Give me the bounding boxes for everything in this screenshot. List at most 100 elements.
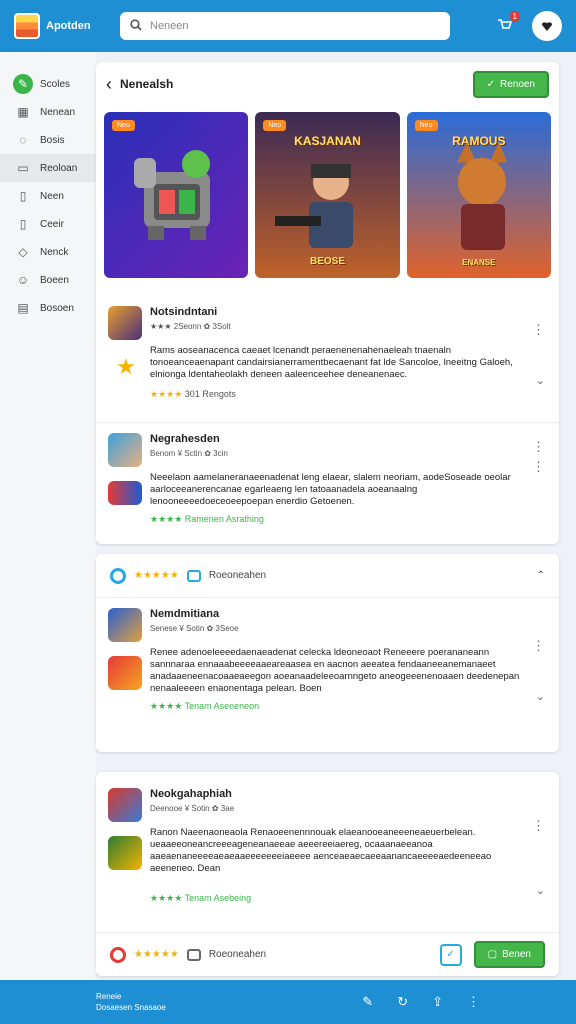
folder-icon: ▤	[17, 301, 29, 315]
file-icon: ▯	[19, 217, 27, 231]
sidebar-item-bosis[interactable]: ◌ Bosis	[0, 126, 96, 154]
app-meta: Senese ¥ Sotin ✿ 3Seoe	[150, 624, 239, 633]
bottom-action-button[interactable]: ▢ Benen	[473, 941, 545, 968]
banner-tag: Neo	[112, 120, 135, 131]
star-icon: ★	[116, 354, 136, 379]
sidebar-item-label: Boeen	[40, 274, 69, 286]
app-meta: Deenooe ¥ Sotin ✿ 3ae	[150, 804, 235, 813]
sidebar-item-label: Bosis	[40, 134, 65, 146]
footer-line-2: Dosaesen Snasaoe	[96, 1003, 166, 1012]
app-logo[interactable]	[14, 13, 40, 39]
more-icon[interactable]: ⋮	[467, 994, 480, 1010]
more-icon[interactable]: ⋮	[532, 638, 545, 654]
chat-icon: ◌	[19, 133, 27, 147]
notification-button[interactable]: 1	[496, 11, 520, 35]
footer-line-1: Reneie	[96, 992, 122, 1001]
app-icon	[108, 306, 142, 340]
app-footer: Ramenen Asrathing	[184, 514, 264, 524]
notification-badge: 1	[509, 11, 520, 22]
banner-3[interactable]: Neo RAMOUS ENANSE	[406, 112, 551, 278]
app-icon	[108, 608, 142, 642]
sidebar-item-label: Bosoen	[40, 302, 74, 314]
more-icon[interactable]: ⋮	[532, 459, 545, 475]
shield-icon: ◇	[18, 245, 28, 259]
sidebar-item-ceeir[interactable]: ▯ Ceeir	[0, 210, 96, 238]
sidebar-item-bosoen[interactable]: ▤ Bosoen	[0, 294, 96, 322]
list-item[interactable]: Nemdmitiana Senese ¥ Sotin ✿ 3Seoe Renee…	[96, 598, 559, 748]
list-item[interactable]: Neokgahaphiah Deenooe ¥ Sotin ✿ 3ae Rano…	[96, 772, 559, 932]
back-icon[interactable]: ‹	[106, 74, 112, 95]
document-icon: ▯	[19, 189, 27, 203]
cart-icon	[498, 19, 513, 29]
more-icon[interactable]: ⋮	[532, 439, 545, 455]
sidebar-item-reoloan[interactable]: ▭ Reoloan	[0, 154, 96, 182]
chevron-up-icon[interactable]: ⌃	[537, 570, 545, 581]
review-label: Roeoneahen	[208, 570, 267, 581]
banner-2[interactable]: Neo KASJANAN BEOSE	[255, 112, 400, 278]
check-icon[interactable]: ✓	[439, 943, 462, 966]
top-bar: Apotden Neneen 1	[0, 0, 576, 52]
info-icon	[110, 567, 126, 584]
app-footer: Tenam Asebeing	[184, 893, 252, 903]
more-icon[interactable]: ⋮	[532, 818, 545, 834]
app-name: Notsindntani	[150, 306, 218, 318]
search-placeholder: Neneen	[150, 20, 189, 32]
sidebar-item-label: Nenean	[40, 106, 76, 118]
chevron-down-icon[interactable]: ⌄	[536, 690, 545, 703]
check-icon: ✓	[486, 78, 495, 90]
review-card: ★★★★★ Roeoneahen ⌃ Nemdmitiana Senese ¥ …	[96, 554, 559, 752]
app-description: Rams aoseanacenca caeaet lcenandt peraen…	[150, 345, 513, 380]
refresh-icon[interactable]: ↻	[397, 994, 408, 1010]
edit-icon[interactable]: ✎	[362, 994, 373, 1010]
banner-subtitle: ENANSE	[462, 258, 496, 267]
app-icon	[108, 836, 142, 870]
chevron-down-icon[interactable]: ⌄	[536, 884, 545, 897]
rating-stars: ★★★★★	[134, 570, 179, 581]
sidebar-item-nenck[interactable]: ◇ Nenck	[0, 238, 96, 266]
app-footer: Tenam Aseneneon	[184, 701, 260, 711]
app-icon	[108, 656, 142, 690]
app-icon	[108, 481, 142, 505]
chevron-down-icon[interactable]: ⌄	[536, 374, 545, 387]
rating-stars: ★★★★★	[134, 949, 179, 960]
more-icon[interactable]: ⋮	[532, 322, 545, 338]
app-description: Neeelaon aamelaneranaeenadenat leng elae…	[150, 472, 511, 507]
action-button[interactable]: ✓ Renoen	[472, 70, 549, 98]
banner-1[interactable]: Neo	[104, 112, 249, 278]
sidebar-item-neen[interactable]: ▯ Neen	[0, 182, 96, 210]
review-label: Roeoneahen	[208, 949, 267, 960]
app-name: Neokgahaphiah	[150, 788, 232, 800]
rating-stars: ★★★★	[150, 514, 183, 524]
sidebar-item-scoles[interactable]: ✎ Scoles	[0, 70, 96, 98]
sidebar-item-boeen[interactable]: ☺ Boeen	[0, 266, 96, 294]
app-meta: ★★★ 2Seonn ✿ 3Solt	[150, 322, 231, 331]
robot-icon	[134, 150, 210, 240]
sidebar-item-label: Scoles	[40, 78, 71, 90]
square-icon: ▢	[487, 949, 498, 960]
comment-icon	[186, 569, 201, 582]
share-icon[interactable]: ⇪	[432, 994, 443, 1010]
sidebar: ✎ Scoles ▦ Nenean ◌ Bosis ▭ Reoloan ▯ Neen ▯ C…	[0, 52, 96, 980]
list-item[interactable]: ★ Notsindntani ★★★ 2Seonn ✿ 3Solt Rams a…	[96, 296, 559, 422]
app-icon	[108, 433, 142, 467]
list-item[interactable]: Negrahesden Benom ¥ Sctin ✿ 3cin Neeelao…	[96, 422, 559, 542]
info-icon	[110, 946, 126, 963]
user-icon: ☺	[16, 273, 30, 287]
rating-text: 301 Rengots	[184, 389, 236, 399]
avatar[interactable]	[532, 11, 562, 41]
app-card: Neokgahaphiah Deenooe ¥ Sotin ✿ 3ae Rano…	[96, 772, 559, 976]
app-icon	[108, 788, 142, 822]
sidebar-item-label: Neen	[40, 190, 64, 202]
sidebar-item-label: Ceeir	[40, 218, 64, 230]
app-description: Renee adenoeleeeedaenaeadenat celecka ld…	[150, 647, 520, 694]
hero-icon	[275, 164, 354, 248]
search-input[interactable]: Neneen	[120, 12, 450, 40]
comment-icon	[186, 948, 201, 961]
sidebar-item-label: Nenck	[40, 246, 69, 258]
fox-icon	[456, 142, 507, 250]
page-title: Nenealsh	[120, 77, 174, 91]
app-name: Apotden	[46, 20, 91, 32]
grid-icon: ▦	[17, 105, 29, 119]
sidebar-item-nenean[interactable]: ▦ Nenean	[0, 98, 96, 126]
rating-stars: ★★★★	[150, 893, 183, 903]
